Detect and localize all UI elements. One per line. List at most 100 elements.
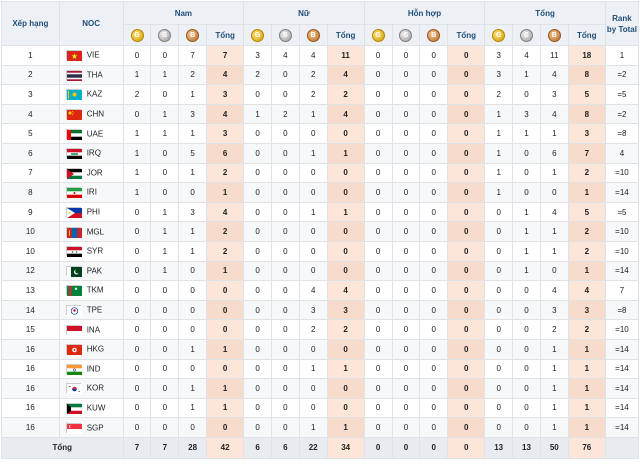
header-women-silver[interactable]: S (270, 24, 300, 46)
hh-gold-cell: 0 (363, 280, 393, 301)
noc-cell[interactable]: KUW (58, 397, 124, 419)
hh-silver-cell: 0 (391, 201, 421, 223)
header-men-bronze[interactable]: B (178, 24, 208, 46)
hh-bronze-cell: 0 (419, 45, 449, 66)
header-mixed-tong[interactable]: Tổng (447, 24, 486, 46)
noc-cell[interactable]: TPE (58, 299, 124, 321)
rank-cell: 4 (1, 103, 60, 125)
hh-silver-cell: 0 (391, 123, 421, 144)
hh-silver-cell: 0 (391, 299, 421, 321)
noc-cell[interactable]: KOR (58, 378, 124, 399)
nam-total-cell: 0 (206, 299, 245, 321)
noc-cell[interactable]: JOR (58, 162, 124, 184)
nu-gold-cell: 2 (243, 64, 272, 86)
totals-rank-empty (604, 436, 640, 459)
nu-gold-cell: 0 (243, 299, 272, 321)
header-men-tong[interactable]: Tổng (206, 24, 245, 46)
nu-silver-cell: 0 (270, 182, 300, 203)
header-rank-by-total[interactable]: Rank by Total (604, 1, 640, 46)
noc-cell[interactable]: CHN (58, 103, 124, 125)
table-row: 16 IND 0 0 0 0 0 0 1 1 0 0 0 0 0 0 1 1 =14 (1, 358, 640, 380)
nam-gold-cell: 0 (122, 221, 152, 242)
noc-cell[interactable]: THA (58, 64, 124, 86)
noc-cell[interactable]: IND (58, 358, 124, 380)
header-women-tong[interactable]: Tổng (326, 24, 365, 46)
nu-bronze-cell: 0 (298, 182, 328, 203)
noc-cell[interactable]: SGP (58, 417, 124, 438)
tong-total-cell: 8 (567, 64, 606, 86)
nu-silver-cell: 0 (270, 299, 300, 321)
header-women-bronze[interactable]: B (298, 24, 328, 46)
hh-silver-cell: 0 (391, 417, 421, 438)
nam-total-cell: 0 (206, 319, 245, 340)
nam-total-cell: 1 (206, 260, 245, 282)
nu-bronze-cell: 1 (298, 417, 328, 438)
nu-gold-cell: 0 (243, 260, 272, 282)
rank-by-total-cell: 7 (604, 280, 640, 301)
nam-gold-cell: 0 (122, 260, 152, 282)
header-rank[interactable]: Xếp hạng (1, 1, 60, 46)
nu-bronze-cell: 4 (298, 45, 328, 66)
header-total-tong[interactable]: Tổng (567, 24, 606, 46)
noc-code: KUW (86, 403, 106, 413)
noc-cell[interactable]: PHI (58, 201, 124, 223)
noc-cell[interactable]: MGL (58, 221, 124, 242)
nam-silver-cell: 0 (150, 319, 180, 340)
noc-cell[interactable]: UAE (58, 123, 124, 144)
noc-cell[interactable]: SYR (58, 240, 124, 262)
noc-cell[interactable]: TKM (58, 280, 124, 301)
header-men-gold[interactable]: G (122, 24, 152, 46)
header-noc[interactable]: NOC (58, 1, 124, 46)
table-row: 12 PAK 0 1 0 1 0 0 0 0 0 0 0 0 0 1 0 1 =14 (1, 260, 640, 282)
nu-silver-cell: 0 (270, 417, 300, 438)
header-mixed-bronze[interactable]: B (419, 24, 449, 46)
tong-silver-cell: 1 (512, 260, 541, 282)
flag-mongolia-icon (65, 226, 82, 238)
noc-cell[interactable]: IRQ (58, 142, 124, 164)
noc-cell[interactable]: HKG (58, 338, 124, 360)
nu-bronze-cell: 0 (298, 240, 328, 262)
noc-cell[interactable]: IRI (58, 182, 124, 203)
nu-bronze-cell: 2 (298, 84, 328, 105)
header-mixed-silver[interactable]: S (391, 24, 421, 46)
noc-cell[interactable]: KAZ (58, 84, 124, 105)
hh-bronze-cell: 0 (419, 260, 449, 282)
tong-total-cell: 1 (567, 378, 606, 399)
tong-gold-cell: 1 (484, 182, 514, 203)
noc-cell[interactable]: PAK (58, 260, 124, 282)
rank-by-total-cell: =2 (604, 103, 640, 125)
nu-bronze-cell: 0 (298, 338, 328, 360)
rank-cell: 16 (1, 397, 60, 419)
header-total-bronze[interactable]: B (539, 24, 569, 46)
totals-nam-total: 42 (206, 436, 245, 459)
hh-bronze-cell: 0 (419, 221, 449, 242)
tong-bronze-cell: 0 (539, 260, 569, 282)
hh-total-cell: 0 (447, 84, 486, 105)
nu-gold-cell: 0 (243, 142, 272, 164)
header-total-gold[interactable]: G (484, 24, 514, 46)
header-mixed-gold[interactable]: G (363, 24, 393, 46)
hh-bronze-cell: 0 (419, 280, 449, 301)
header-total-silver[interactable]: S (512, 24, 541, 46)
tong-silver-cell: 0 (512, 397, 541, 419)
header-men-silver[interactable]: S (150, 24, 180, 46)
nam-total-cell: 3 (206, 84, 245, 105)
bronze-medal-icon: B (306, 28, 320, 42)
nam-bronze-cell: 2 (178, 64, 208, 86)
nu-gold-cell: 0 (243, 378, 272, 399)
table-row: 5 UAE 1 1 1 3 0 0 0 0 0 0 0 0 1 1 1 3 =8 (1, 123, 640, 144)
nu-bronze-cell: 1 (298, 201, 328, 223)
header-women-gold[interactable]: G (243, 24, 272, 46)
totals-hh-bronze: 0 (419, 436, 449, 459)
noc-cell[interactable]: VIE (58, 45, 124, 66)
flag-india-icon (65, 363, 82, 375)
nu-total-cell: 1 (326, 358, 365, 380)
hh-total-cell: 0 (447, 201, 486, 223)
hh-total-cell: 0 (447, 240, 486, 262)
nam-total-cell: 1 (206, 338, 245, 360)
tong-bronze-cell: 1 (539, 162, 569, 184)
nu-silver-cell: 0 (270, 64, 300, 86)
nam-total-cell: 4 (206, 201, 245, 223)
noc-cell[interactable]: INA (58, 319, 124, 340)
tong-total-cell: 2 (567, 319, 606, 340)
